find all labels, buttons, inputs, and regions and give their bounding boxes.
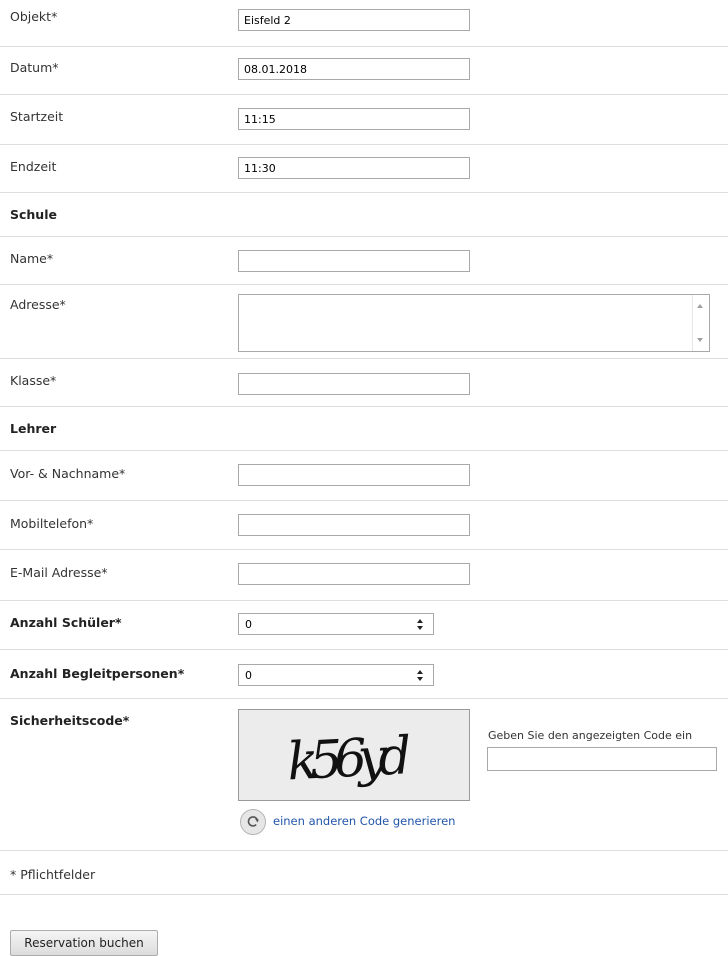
row-lehrer-heading: Lehrer [0,407,728,451]
startzeit-label: Startzeit [10,109,64,124]
row-schule-name: Name* [0,237,728,285]
refresh-icon[interactable] [240,809,266,835]
schule-name-input[interactable] [238,250,470,272]
adresse-label: Adresse* [10,297,66,312]
schueler-label: Anzahl Schüler* [10,615,122,630]
datum-label: Datum* [10,60,59,75]
adresse-scrollbar[interactable] [692,295,709,351]
klasse-label: Klasse* [10,373,57,388]
row-captcha: Sicherheitscode* k56yd einen anderen Cod… [0,699,728,851]
row-klasse: Klasse* [0,359,728,407]
lehrer-name-input[interactable] [238,464,470,486]
row-email: E-Mail Adresse* [0,550,728,601]
endzeit-label: Endzeit [10,159,57,174]
captcha-image-svg: k56yd [286,726,412,792]
row-schueler: Anzahl Schüler* 0 [0,601,728,650]
captcha-code-input[interactable] [487,747,717,771]
captcha-label: Sicherheitscode* [10,713,130,728]
schueler-spinner[interactable]: 0 [238,613,434,635]
reservation-form: Objekt* Datum* Startzeit Endzeit Schule … [0,0,728,895]
begleit-label: Anzahl Begleitpersonen* [10,666,185,681]
mobil-label: Mobiltelefon* [10,516,94,531]
spin-arrows-icon[interactable] [417,669,425,683]
schule-heading: Schule [10,207,57,222]
objekt-input[interactable] [238,9,470,31]
code-input-label: Geben Sie den angezeigten Code ein [488,729,693,742]
captcha-image: k56yd [238,709,470,801]
required-note: * Pflichtfelder [10,867,96,882]
spin-up-icon[interactable] [417,619,423,623]
startzeit-input[interactable] [238,108,470,130]
row-mobil: Mobiltelefon* [0,501,728,550]
lehrer-heading: Lehrer [10,421,57,436]
objekt-label: Objekt* [10,9,58,24]
row-datum: Datum* [0,47,728,95]
refresh-code-link[interactable]: einen anderen Code generieren [273,814,455,828]
klasse-input[interactable] [238,373,470,395]
scroll-up-arrow-icon[interactable] [697,304,703,308]
row-schule-heading: Schule [0,193,728,237]
row-begleit: Anzahl Begleitpersonen* 0 [0,650,728,699]
row-pflichtfelder: * Pflichtfelder [0,851,728,895]
row-lehrer-name: Vor- & Nachname* [0,451,728,501]
row-endzeit: Endzeit [0,145,728,193]
row-objekt: Objekt* [0,0,728,47]
spin-arrows-icon[interactable] [417,618,425,632]
mobil-input[interactable] [238,514,470,536]
row-adresse: Adresse* [0,285,728,359]
captcha-text: k56yd [286,726,412,792]
spin-down-icon[interactable] [417,626,423,630]
begleit-value: 0 [245,669,252,682]
lehrer-name-label: Vor- & Nachname* [10,466,126,481]
email-input[interactable] [238,563,470,585]
schueler-value: 0 [245,618,252,631]
row-startzeit: Startzeit [0,95,728,145]
endzeit-input[interactable] [238,157,470,179]
email-label: E-Mail Adresse* [10,565,108,580]
spin-down-icon[interactable] [417,677,423,681]
datum-input[interactable] [238,58,470,80]
scroll-down-arrow-icon[interactable] [697,338,703,342]
begleit-spinner[interactable]: 0 [238,664,434,686]
adresse-textarea[interactable] [238,294,710,352]
reservation-submit-button[interactable]: Reservation buchen [10,930,158,956]
schule-name-label: Name* [10,251,54,266]
spin-up-icon[interactable] [417,670,423,674]
